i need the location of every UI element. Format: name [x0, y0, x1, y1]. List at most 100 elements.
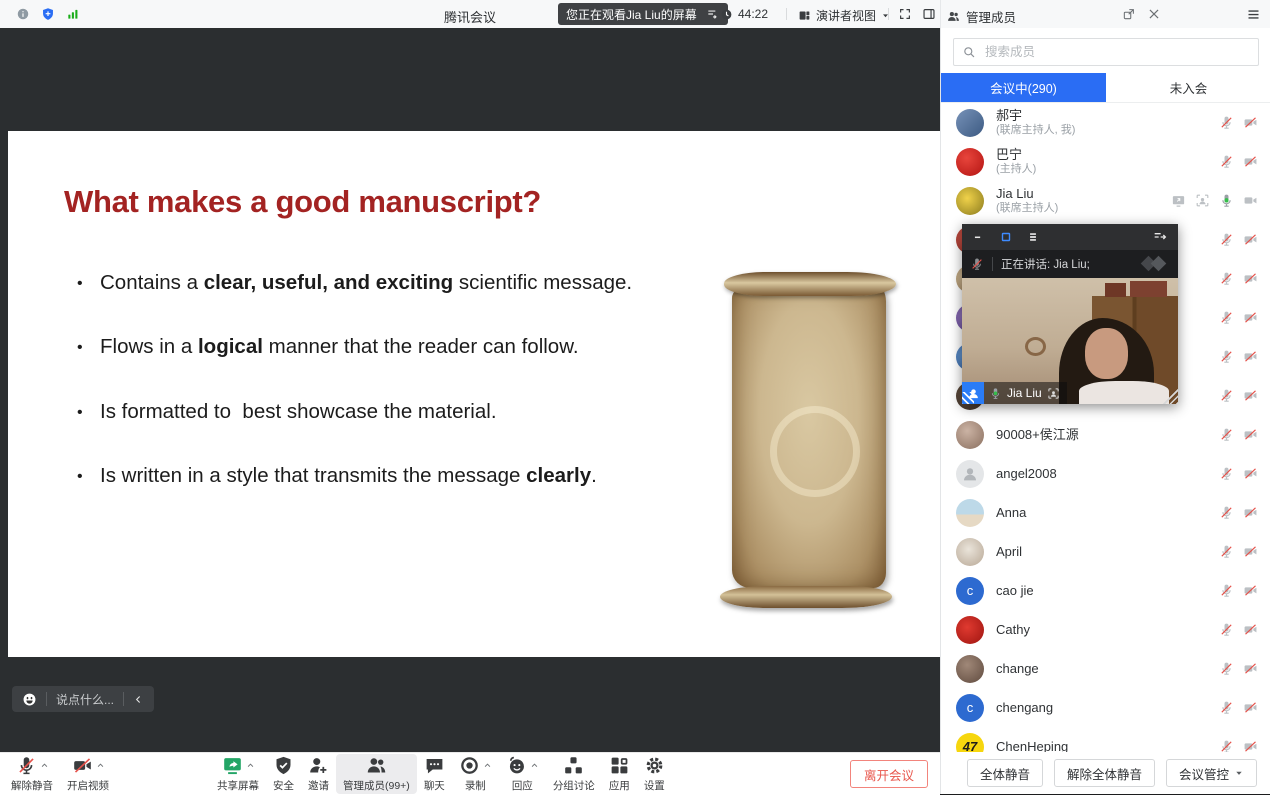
collapse-left-icon[interactable]	[133, 694, 144, 705]
toolbar-item[interactable]: 开启视频	[60, 754, 116, 794]
floating-video-window[interactable]: 正在讲话: Jia Liu; Jia Liu	[962, 224, 1178, 404]
mic-muted-icon[interactable]	[1219, 115, 1234, 130]
mic-muted-icon[interactable]	[1219, 310, 1234, 325]
toolbar-item[interactable]: 分组讨论	[546, 754, 602, 794]
spotlight-icon[interactable]	[1047, 387, 1060, 400]
cam-muted-icon[interactable]	[1243, 583, 1258, 598]
participant-row[interactable]: Anna	[941, 493, 1270, 532]
cam-muted-icon[interactable]	[1243, 544, 1258, 559]
participant-row[interactable]: Jia Liu (联席主持人)	[941, 181, 1270, 220]
leave-meeting-button[interactable]: 离开会议	[850, 760, 928, 788]
sidebar-footer-button[interactable]: 全体静音	[967, 759, 1043, 787]
chat-icon	[424, 755, 445, 776]
list-switch-icon[interactable]	[706, 7, 720, 21]
search-input[interactable]	[983, 44, 1250, 60]
chat-placeholder[interactable]: 说点什么...	[56, 691, 114, 708]
view-mode-dropdown[interactable]: 演讲者视图	[798, 7, 890, 24]
toolbar-item[interactable]: 设置	[637, 754, 672, 794]
list-view-icon[interactable]	[1026, 230, 1040, 244]
chevron-up-icon[interactable]	[483, 761, 492, 770]
quick-chat-pill[interactable]: 说点什么...	[12, 686, 154, 712]
toolbar-item[interactable]: 回应	[499, 754, 546, 794]
chevron-up-icon[interactable]	[246, 761, 255, 770]
chevron-up-icon[interactable]	[40, 761, 49, 770]
cam-muted-icon[interactable]	[1243, 154, 1258, 169]
minimize-icon[interactable]	[972, 230, 986, 244]
chevron-up-icon[interactable]	[96, 761, 105, 770]
info-icon[interactable]	[16, 7, 30, 21]
cam-muted-icon[interactable]	[1243, 700, 1258, 715]
watching-banner[interactable]: 您正在观看Jia Liu的屏幕	[558, 3, 728, 25]
dock-panel-icon[interactable]	[1152, 229, 1168, 245]
toolbar-item[interactable]: 管理成员(99+)	[336, 754, 417, 794]
mic-muted-icon[interactable]	[1219, 583, 1234, 598]
menu-icon[interactable]	[1246, 7, 1261, 22]
participant-row[interactable]: April	[941, 532, 1270, 571]
cam-muted-icon[interactable]	[1243, 622, 1258, 637]
close-panel-icon[interactable]	[1147, 7, 1161, 21]
fullscreen-icon[interactable]	[898, 7, 912, 21]
toolbar-item[interactable]: 应用	[602, 754, 637, 794]
member-filter-tab[interactable]: 会议中(290)	[941, 73, 1106, 102]
cam-muted-icon[interactable]	[1243, 427, 1258, 442]
cam-icon[interactable]	[1243, 193, 1258, 208]
mic-muted-icon[interactable]	[1219, 349, 1234, 364]
cam-muted-icon[interactable]	[1243, 115, 1258, 130]
participant-row[interactable]: 巴宁 (主持人)	[941, 142, 1270, 181]
participant-row[interactable]: c chengang	[941, 688, 1270, 727]
sidebar-footer-button[interactable]: 解除全体静音	[1054, 759, 1155, 787]
mic-muted-icon[interactable]	[1219, 232, 1234, 247]
mic-muted-icon[interactable]	[1219, 544, 1234, 559]
cam-muted-icon[interactable]	[1243, 232, 1258, 247]
participant-row[interactable]: 90008+侯江源	[941, 415, 1270, 454]
mic-muted-icon[interactable]	[1219, 739, 1234, 752]
participant-row[interactable]: c cao jie	[941, 571, 1270, 610]
member-filter-tab[interactable]: 未入会	[1106, 73, 1270, 102]
network-signal-icon[interactable]	[66, 7, 80, 21]
spotlight-icon[interactable]	[1195, 193, 1210, 208]
avatar	[956, 187, 984, 215]
cam-muted-icon[interactable]	[1243, 466, 1258, 481]
cam-muted-icon[interactable]	[1243, 739, 1258, 752]
mic-muted-icon[interactable]	[1219, 154, 1234, 169]
toolbar-item[interactable]: 安全	[266, 754, 301, 794]
cam-muted-icon[interactable]	[1243, 349, 1258, 364]
emoji-icon[interactable]	[22, 692, 37, 707]
toolbar-item[interactable]: 录制	[452, 754, 499, 794]
cam-muted-icon[interactable]	[1243, 661, 1258, 676]
window-mode-icon[interactable]	[999, 230, 1013, 244]
mic-muted-icon[interactable]	[1219, 271, 1234, 286]
video-window-titlebar[interactable]	[962, 224, 1178, 250]
mic-muted-icon[interactable]	[1219, 388, 1234, 403]
mic-on-icon[interactable]	[1219, 193, 1234, 208]
toolbar-item[interactable]: 聊天	[417, 754, 452, 794]
participant-row[interactable]: Cathy	[941, 610, 1270, 649]
mic-muted-icon[interactable]	[1219, 661, 1234, 676]
participant-row[interactable]: 郝宇 (联席主持人, 我)	[941, 103, 1270, 142]
participant-row[interactable]: angel2008	[941, 454, 1270, 493]
cam-muted-icon[interactable]	[1243, 310, 1258, 325]
slide-bullet: Flows in a logical manner that the reade…	[68, 334, 579, 360]
mic-muted-icon[interactable]	[1219, 466, 1234, 481]
sidebar-footer-button[interactable]: 会议管控	[1166, 759, 1257, 787]
side-panel-icon[interactable]	[922, 7, 936, 21]
toolbar-item[interactable]: 解除静音	[4, 754, 60, 794]
mic-muted-icon[interactable]	[1219, 505, 1234, 520]
toolbar-item-label: 录制	[465, 778, 486, 793]
share-small-icon[interactable]	[1171, 193, 1186, 208]
toolbar-item[interactable]: 邀请	[301, 754, 336, 794]
cam-muted-icon[interactable]	[1243, 505, 1258, 520]
shield-icon[interactable]	[41, 7, 55, 21]
chevron-up-icon[interactable]	[530, 761, 539, 770]
mic-muted-icon[interactable]	[1219, 622, 1234, 637]
participant-row[interactable]: 47 ChenHeping	[941, 727, 1270, 752]
toolbar-item-label: 分组讨论	[553, 778, 595, 793]
mic-muted-icon[interactable]	[1219, 700, 1234, 715]
cam-muted-icon[interactable]	[1243, 388, 1258, 403]
cam-muted-icon[interactable]	[1243, 271, 1258, 286]
mic-muted-icon[interactable]	[1219, 427, 1234, 442]
popout-icon[interactable]	[1122, 7, 1136, 21]
search-box[interactable]	[953, 38, 1259, 66]
toolbar-item[interactable]: 共享屏幕	[210, 754, 266, 794]
participant-row[interactable]: change	[941, 649, 1270, 688]
